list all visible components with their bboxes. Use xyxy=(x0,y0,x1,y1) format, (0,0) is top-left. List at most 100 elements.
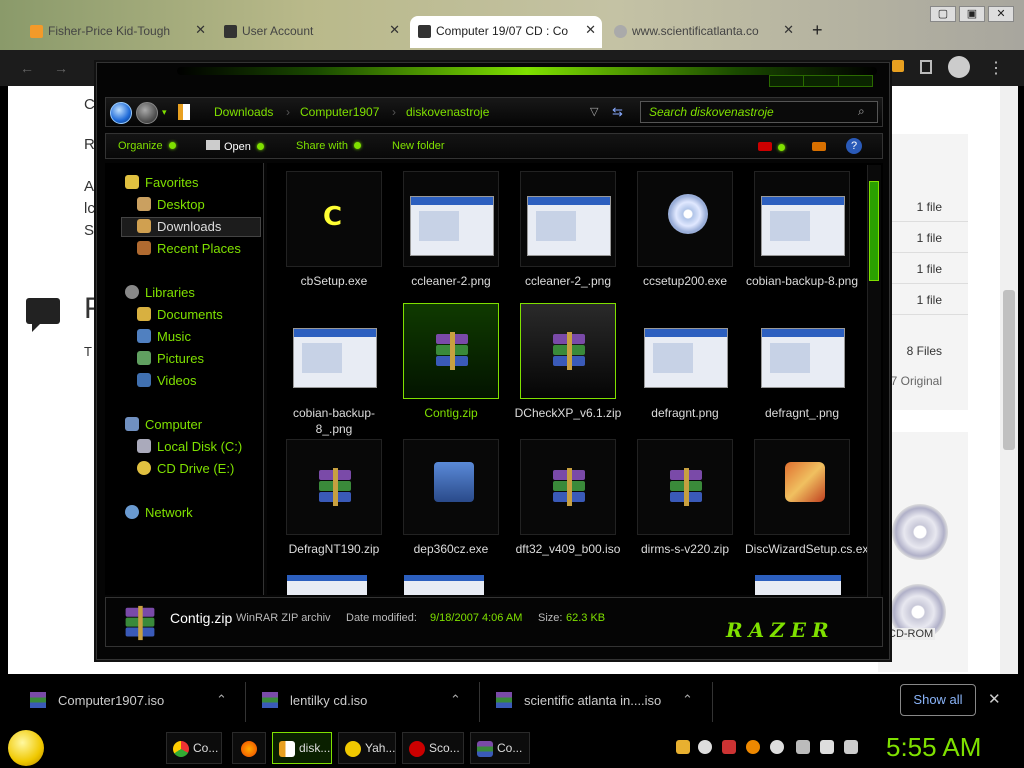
file-tile-hover[interactable]: DCheckXP_v6.1.zip xyxy=(511,303,625,433)
file-tile[interactable]: cobian-backup-8_.png xyxy=(277,303,391,436)
organize-button[interactable]: Organize xyxy=(118,140,176,152)
image-thumbnail[interactable] xyxy=(287,575,367,595)
nav-downloads[interactable]: Downloads xyxy=(137,219,221,234)
forward-button[interactable] xyxy=(136,102,158,124)
image-thumbnail[interactable] xyxy=(755,575,841,595)
taskbar-firefox[interactable] xyxy=(232,732,266,764)
share-with-button[interactable]: Share with xyxy=(296,140,361,152)
taskbar-sco[interactable]: Sco... xyxy=(402,732,464,764)
nav-local-disk[interactable]: Local Disk (C:) xyxy=(137,439,242,454)
nav-desktop[interactable]: Desktop xyxy=(137,197,205,212)
nav-recent-places[interactable]: Recent Places xyxy=(137,241,241,256)
tray-status-icon[interactable] xyxy=(770,740,784,754)
file-tile[interactable]: ccsetup200.exe xyxy=(628,171,742,301)
tab-computer-cd[interactable]: Computer 19/07 CD : Co ✕ xyxy=(410,16,602,48)
taskbar-yahoo[interactable]: Yah... xyxy=(338,732,396,764)
search-icon[interactable]: ⌕ xyxy=(858,104,865,119)
chevron-down-icon[interactable]: ▽ xyxy=(590,105,598,118)
nav-favorites[interactable]: Favorites xyxy=(125,175,198,190)
file-scroll-thumb[interactable] xyxy=(869,181,879,281)
minimize-button[interactable]: ▢ xyxy=(930,6,956,22)
tray-network-icon[interactable] xyxy=(796,740,810,754)
taskbar-chrome[interactable]: Co... xyxy=(166,732,222,764)
maximize-button[interactable]: ▣ xyxy=(959,6,985,22)
nav-libraries[interactable]: Libraries xyxy=(125,285,195,300)
volume-icon[interactable] xyxy=(844,740,858,754)
tray-ball-icon[interactable] xyxy=(698,740,712,754)
file-tile[interactable]: DiscWizardSetup.cs.exe xyxy=(745,439,875,569)
chevron-down-icon[interactable]: ▾ xyxy=(162,107,167,118)
breadcrumb-diskovenastroje[interactable]: diskovenastroje xyxy=(406,105,489,119)
winrar-icon xyxy=(436,332,468,370)
back-button[interactable] xyxy=(110,102,132,124)
file-tile-selected[interactable]: Contig.zip xyxy=(394,303,508,433)
profile-avatar[interactable] xyxy=(948,56,970,78)
refresh-icon[interactable]: ⇆ xyxy=(612,104,623,120)
show-all-button[interactable]: Show all xyxy=(900,684,976,716)
image-thumbnail[interactable] xyxy=(404,575,484,595)
file-tile[interactable]: defragnt_.png xyxy=(745,303,859,433)
view-dot-icon[interactable] xyxy=(778,144,785,151)
taskbar: Co... disk... Yah... Sco... Co... xyxy=(0,728,1024,768)
file-grid: C cbSetup.exe ccleaner-2.png ccleaner-2_… xyxy=(267,163,883,595)
nav-computer[interactable]: Computer xyxy=(125,417,202,432)
tray-flag-icon[interactable] xyxy=(820,740,834,754)
close-window-button[interactable]: ✕ xyxy=(988,6,1014,22)
taskbar-explorer[interactable]: disk... xyxy=(272,732,332,764)
breadcrumb-downloads[interactable]: Downloads xyxy=(214,105,273,119)
taskbar-clock[interactable]: 5:55 AM xyxy=(886,732,981,763)
new-tab-button[interactable]: + xyxy=(812,20,823,41)
preview-pane-icon[interactable] xyxy=(812,142,826,151)
tab-user-account[interactable]: User Account ✕ xyxy=(216,16,406,48)
chevron-up-icon[interactable]: ⌃ xyxy=(216,692,227,708)
extension-icon[interactable] xyxy=(892,60,904,72)
tab-scientific-atlanta[interactable]: www.scientificatlanta.co ✕ xyxy=(606,16,800,48)
file-tile[interactable]: defragnt.png xyxy=(628,303,742,433)
close-icon[interactable]: ✕ xyxy=(585,22,596,38)
breadcrumb-computer1907[interactable]: Computer1907 xyxy=(300,105,379,119)
download-item[interactable]: scientific atlanta in....iso xyxy=(496,692,661,708)
tray-app-icon[interactable] xyxy=(722,740,736,754)
download-item[interactable]: lentilky cd.iso xyxy=(262,692,367,708)
file-tile[interactable]: dft32_v409_b00.iso xyxy=(511,439,625,569)
chevron-up-icon[interactable]: ⌃ xyxy=(450,692,461,708)
nav-cd-drive[interactable]: CD Drive (E:) xyxy=(137,461,234,476)
file-tile[interactable]: dep360cz.exe xyxy=(394,439,508,569)
close-downloads-button[interactable]: ✕ xyxy=(988,690,1001,708)
new-folder-button[interactable]: New folder xyxy=(392,140,445,152)
tray-search-icon[interactable] xyxy=(746,740,760,754)
tab-fisher-price[interactable]: Fisher-Price Kid-Tough ✕ xyxy=(22,16,212,48)
start-smiley-icon[interactable] xyxy=(8,730,44,766)
help-icon[interactable]: ? xyxy=(846,138,862,154)
forward-arrow-icon[interactable]: → xyxy=(54,60,68,76)
nav-pictures[interactable]: Pictures xyxy=(137,351,204,366)
size-value: 62.3 KB xyxy=(566,612,606,624)
open-button[interactable]: Open xyxy=(206,140,264,153)
sidebar-icon[interactable] xyxy=(920,60,932,74)
menu-icon[interactable]: ⋮ xyxy=(988,58,1004,78)
pane-divider[interactable] xyxy=(263,163,264,595)
file-tile[interactable]: DefragNT190.zip xyxy=(277,439,391,569)
page-scroll-thumb[interactable] xyxy=(1003,290,1015,450)
nav-videos[interactable]: Videos xyxy=(137,373,197,388)
date-modified-label: Date modified: xyxy=(346,612,417,624)
file-tile[interactable]: dirms-s-v220.zip xyxy=(628,439,742,569)
close-icon[interactable]: ✕ xyxy=(195,22,206,38)
file-tile[interactable]: ccleaner-2.png xyxy=(394,171,508,301)
explorer-window-controls[interactable] xyxy=(769,75,873,87)
view-options-icon[interactable] xyxy=(758,142,772,151)
search-input[interactable]: Search diskovenastroje xyxy=(640,101,878,123)
nav-network[interactable]: Network xyxy=(125,505,193,520)
tray-folder-icon[interactable] xyxy=(676,740,690,754)
chevron-up-icon[interactable]: ⌃ xyxy=(682,692,693,708)
file-tile[interactable]: C cbSetup.exe xyxy=(277,171,391,301)
file-tile[interactable]: cobian-backup-8.png xyxy=(745,171,859,301)
download-item[interactable]: Computer1907.iso xyxy=(30,692,164,708)
taskbar-winrar[interactable]: Co... xyxy=(470,732,530,764)
nav-documents[interactable]: Documents xyxy=(137,307,223,322)
back-arrow-icon[interactable]: ← xyxy=(20,60,34,76)
close-icon[interactable]: ✕ xyxy=(389,22,400,38)
close-icon[interactable]: ✕ xyxy=(783,22,794,38)
file-tile[interactable]: ccleaner-2_.png xyxy=(511,171,625,301)
nav-music[interactable]: Music xyxy=(137,329,191,344)
